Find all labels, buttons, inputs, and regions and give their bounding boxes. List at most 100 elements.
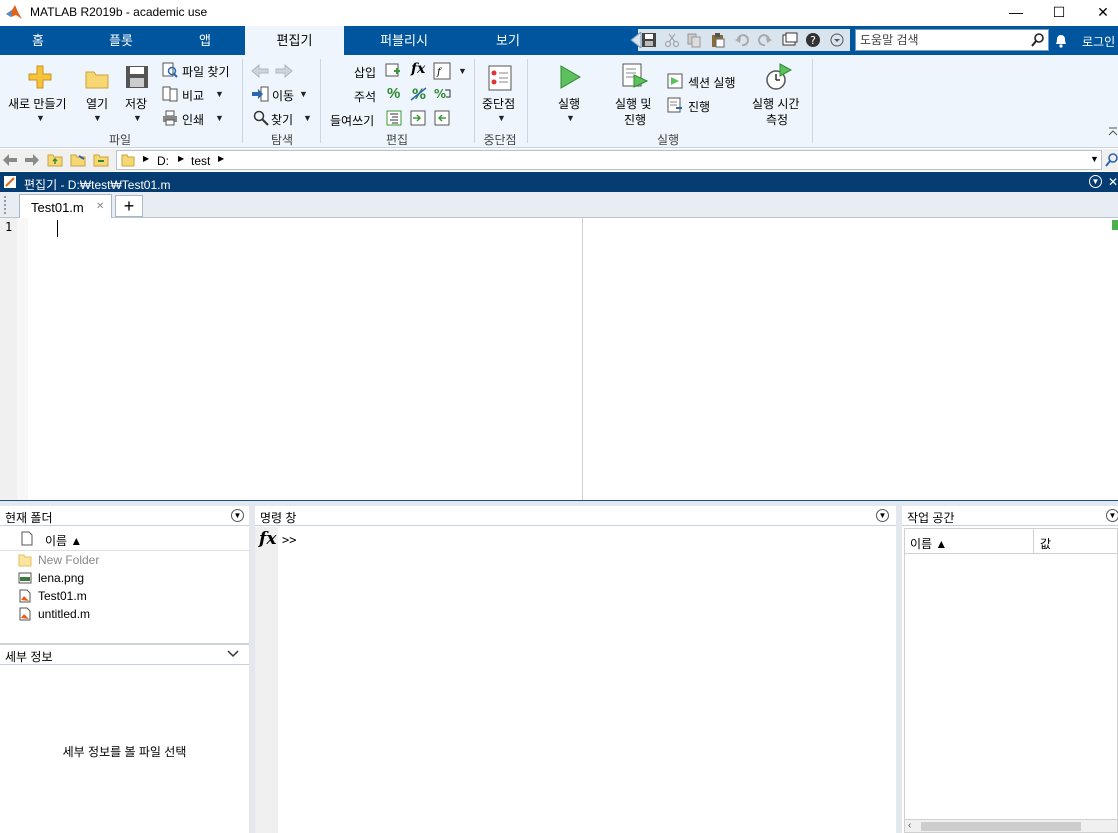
current-folder-column-header[interactable]: 이름 ▲ bbox=[0, 527, 249, 551]
maximize-button[interactable]: ☐ bbox=[1044, 2, 1074, 22]
file-name: lena.png bbox=[38, 571, 85, 585]
scrollbar-thumb[interactable] bbox=[921, 822, 1081, 831]
editor-close-icon[interactable]: ✕ bbox=[1108, 175, 1118, 189]
list-item-test01-m[interactable]: Test01.m bbox=[18, 589, 87, 603]
redo-icon[interactable] bbox=[757, 32, 773, 48]
run-section-button[interactable]: 섹션 실행 bbox=[667, 73, 747, 91]
new-plus-icon bbox=[28, 65, 52, 89]
insert-section-icon[interactable] bbox=[385, 62, 401, 78]
svg-text:?: ? bbox=[810, 34, 816, 47]
run-and-time-button[interactable]: 실행 시간 측정 bbox=[750, 61, 810, 127]
help-icon[interactable]: ? bbox=[805, 32, 821, 48]
copy-icon[interactable] bbox=[686, 32, 702, 48]
goto-button[interactable]: 이동 ▼ bbox=[251, 85, 311, 103]
list-item-untitled-m[interactable]: untitled.m bbox=[18, 607, 90, 621]
cut-icon[interactable] bbox=[664, 32, 680, 48]
insert-dropdown-icon[interactable]: ▼ bbox=[458, 66, 467, 76]
insert-function-template-icon[interactable]: f bbox=[433, 62, 451, 80]
document-tab-test01[interactable]: Test01.m ✕ bbox=[19, 194, 112, 219]
save-icon[interactable] bbox=[641, 32, 657, 48]
column-divider[interactable] bbox=[1033, 529, 1034, 553]
scroll-left-icon[interactable]: ‹ bbox=[908, 820, 911, 831]
window-title: MATLAB R2019b - academic use bbox=[30, 5, 208, 19]
details-header[interactable]: 세부 정보 bbox=[0, 645, 249, 665]
decrease-indent-icon[interactable] bbox=[434, 110, 450, 126]
command-input-area[interactable]: >> bbox=[278, 527, 896, 833]
nav-forward-icon[interactable] bbox=[24, 153, 40, 167]
tab-editor[interactable]: 편집기 bbox=[245, 26, 344, 55]
compare-dropdown-icon: ▼ bbox=[215, 89, 224, 99]
help-search-input[interactable] bbox=[856, 30, 1026, 50]
code-folding-gutter[interactable] bbox=[17, 218, 28, 500]
workspace-variable-list[interactable] bbox=[904, 554, 1118, 819]
nav-back-icon[interactable] bbox=[2, 153, 18, 167]
workspace-horizontal-scrollbar[interactable]: ‹ bbox=[904, 819, 1118, 833]
editor-actions-icon[interactable]: ▼ bbox=[1089, 175, 1102, 188]
workspace-col-name[interactable]: 이름 ▲ bbox=[910, 535, 947, 552]
tab-home[interactable]: 홈 bbox=[0, 26, 76, 55]
advance-icon bbox=[667, 97, 682, 113]
tab-publish[interactable]: 퍼블리시 bbox=[346, 26, 462, 55]
find-files-label: 파일 찾기 bbox=[182, 65, 230, 79]
print-button[interactable]: 인쇄 ▼ bbox=[162, 109, 228, 127]
notification-bell-icon[interactable] bbox=[1054, 33, 1068, 48]
tab-drag-handle[interactable] bbox=[4, 196, 14, 214]
close-button[interactable]: ✕ bbox=[1088, 2, 1118, 22]
path-folder[interactable]: test bbox=[191, 154, 210, 168]
function-browser-icon[interactable]: fx bbox=[259, 529, 276, 549]
current-folder-actions-icon[interactable]: ▼ bbox=[231, 509, 244, 522]
new-tab-button[interactable]: + bbox=[115, 195, 143, 217]
workspace-actions-icon[interactable]: ▼ bbox=[1106, 509, 1118, 522]
code-analyzer-indicator[interactable] bbox=[1112, 220, 1118, 230]
details-placeholder: 세부 정보를 볼 파일 선택 bbox=[62, 745, 187, 759]
m-file-icon bbox=[19, 607, 31, 621]
workspace-col-value[interactable]: 값 bbox=[1040, 535, 1051, 552]
insert-function-button[interactable]: fx bbox=[411, 61, 425, 77]
login-link[interactable]: 로그인 bbox=[1082, 33, 1115, 50]
find-button[interactable]: 찾기 ▼ bbox=[253, 109, 315, 127]
forward-arrow-icon[interactable] bbox=[275, 64, 293, 78]
increase-indent-icon[interactable] bbox=[410, 110, 426, 126]
find-files-button[interactable]: 파일 찾기 bbox=[162, 61, 238, 79]
tab-plots[interactable]: 플롯 bbox=[80, 26, 162, 55]
workspace-column-header[interactable]: 이름 ▲ 값 bbox=[904, 528, 1118, 554]
back-arrow-icon[interactable] bbox=[251, 64, 269, 78]
breakpoints-button[interactable]: 중단점 ▼ bbox=[478, 61, 524, 127]
compare-button[interactable]: 비교 ▼ bbox=[162, 85, 228, 103]
tab-apps[interactable]: 앱 bbox=[166, 26, 244, 55]
code-editor[interactable]: 1 bbox=[0, 218, 1118, 500]
run-button[interactable]: 실행 ▼ bbox=[548, 61, 592, 127]
list-item-lena-png[interactable]: lena.png bbox=[18, 571, 84, 585]
run-and-advance-button[interactable]: 실행 및 진행 bbox=[612, 61, 662, 127]
save-ribbon-button[interactable]: 저장 ▼ bbox=[120, 61, 156, 127]
undo-icon[interactable] bbox=[734, 32, 750, 48]
collapse-ribbon-icon[interactable] bbox=[1108, 127, 1118, 137]
wrap-comments-icon[interactable]: % bbox=[433, 86, 453, 102]
chevron-down-icon[interactable] bbox=[227, 650, 239, 658]
up-folder-icon[interactable] bbox=[47, 152, 63, 167]
qat-dropdown-icon[interactable] bbox=[829, 32, 845, 48]
current-folder-path[interactable]: ▶ D: ▶ test ▶ bbox=[116, 150, 1102, 170]
path-folder-icon[interactable] bbox=[93, 152, 109, 167]
search-icon[interactable] bbox=[1031, 33, 1045, 47]
uncomment-icon[interactable]: % bbox=[410, 86, 428, 102]
smart-indent-icon[interactable] bbox=[386, 110, 402, 126]
paste-icon[interactable] bbox=[710, 32, 726, 48]
comment-percent-icon[interactable]: % bbox=[387, 85, 400, 102]
advance-button[interactable]: 진행 bbox=[667, 97, 727, 115]
tab-view[interactable]: 보기 bbox=[466, 26, 550, 55]
command-window-actions-icon[interactable]: ▼ bbox=[876, 509, 889, 522]
path-drive[interactable]: D: bbox=[157, 154, 169, 168]
magnifier-icon bbox=[253, 110, 269, 126]
new-button[interactable]: 새로 만들기 ▼ bbox=[4, 61, 74, 127]
minimize-button[interactable]: — bbox=[1001, 2, 1031, 22]
browse-folder-icon[interactable] bbox=[70, 152, 86, 167]
open-button[interactable]: 열기 ▼ bbox=[80, 61, 116, 127]
search-folder-icon[interactable] bbox=[1105, 153, 1118, 167]
switch-windows-icon[interactable] bbox=[782, 32, 798, 48]
vertical-splitter[interactable] bbox=[896, 506, 902, 833]
tab-close-icon[interactable]: ✕ bbox=[96, 201, 104, 212]
list-item-new-folder[interactable]: New Folder bbox=[18, 553, 99, 567]
quick-access-toolbar: ? bbox=[630, 29, 850, 51]
path-dropdown-icon[interactable]: ▼ bbox=[1090, 154, 1099, 164]
